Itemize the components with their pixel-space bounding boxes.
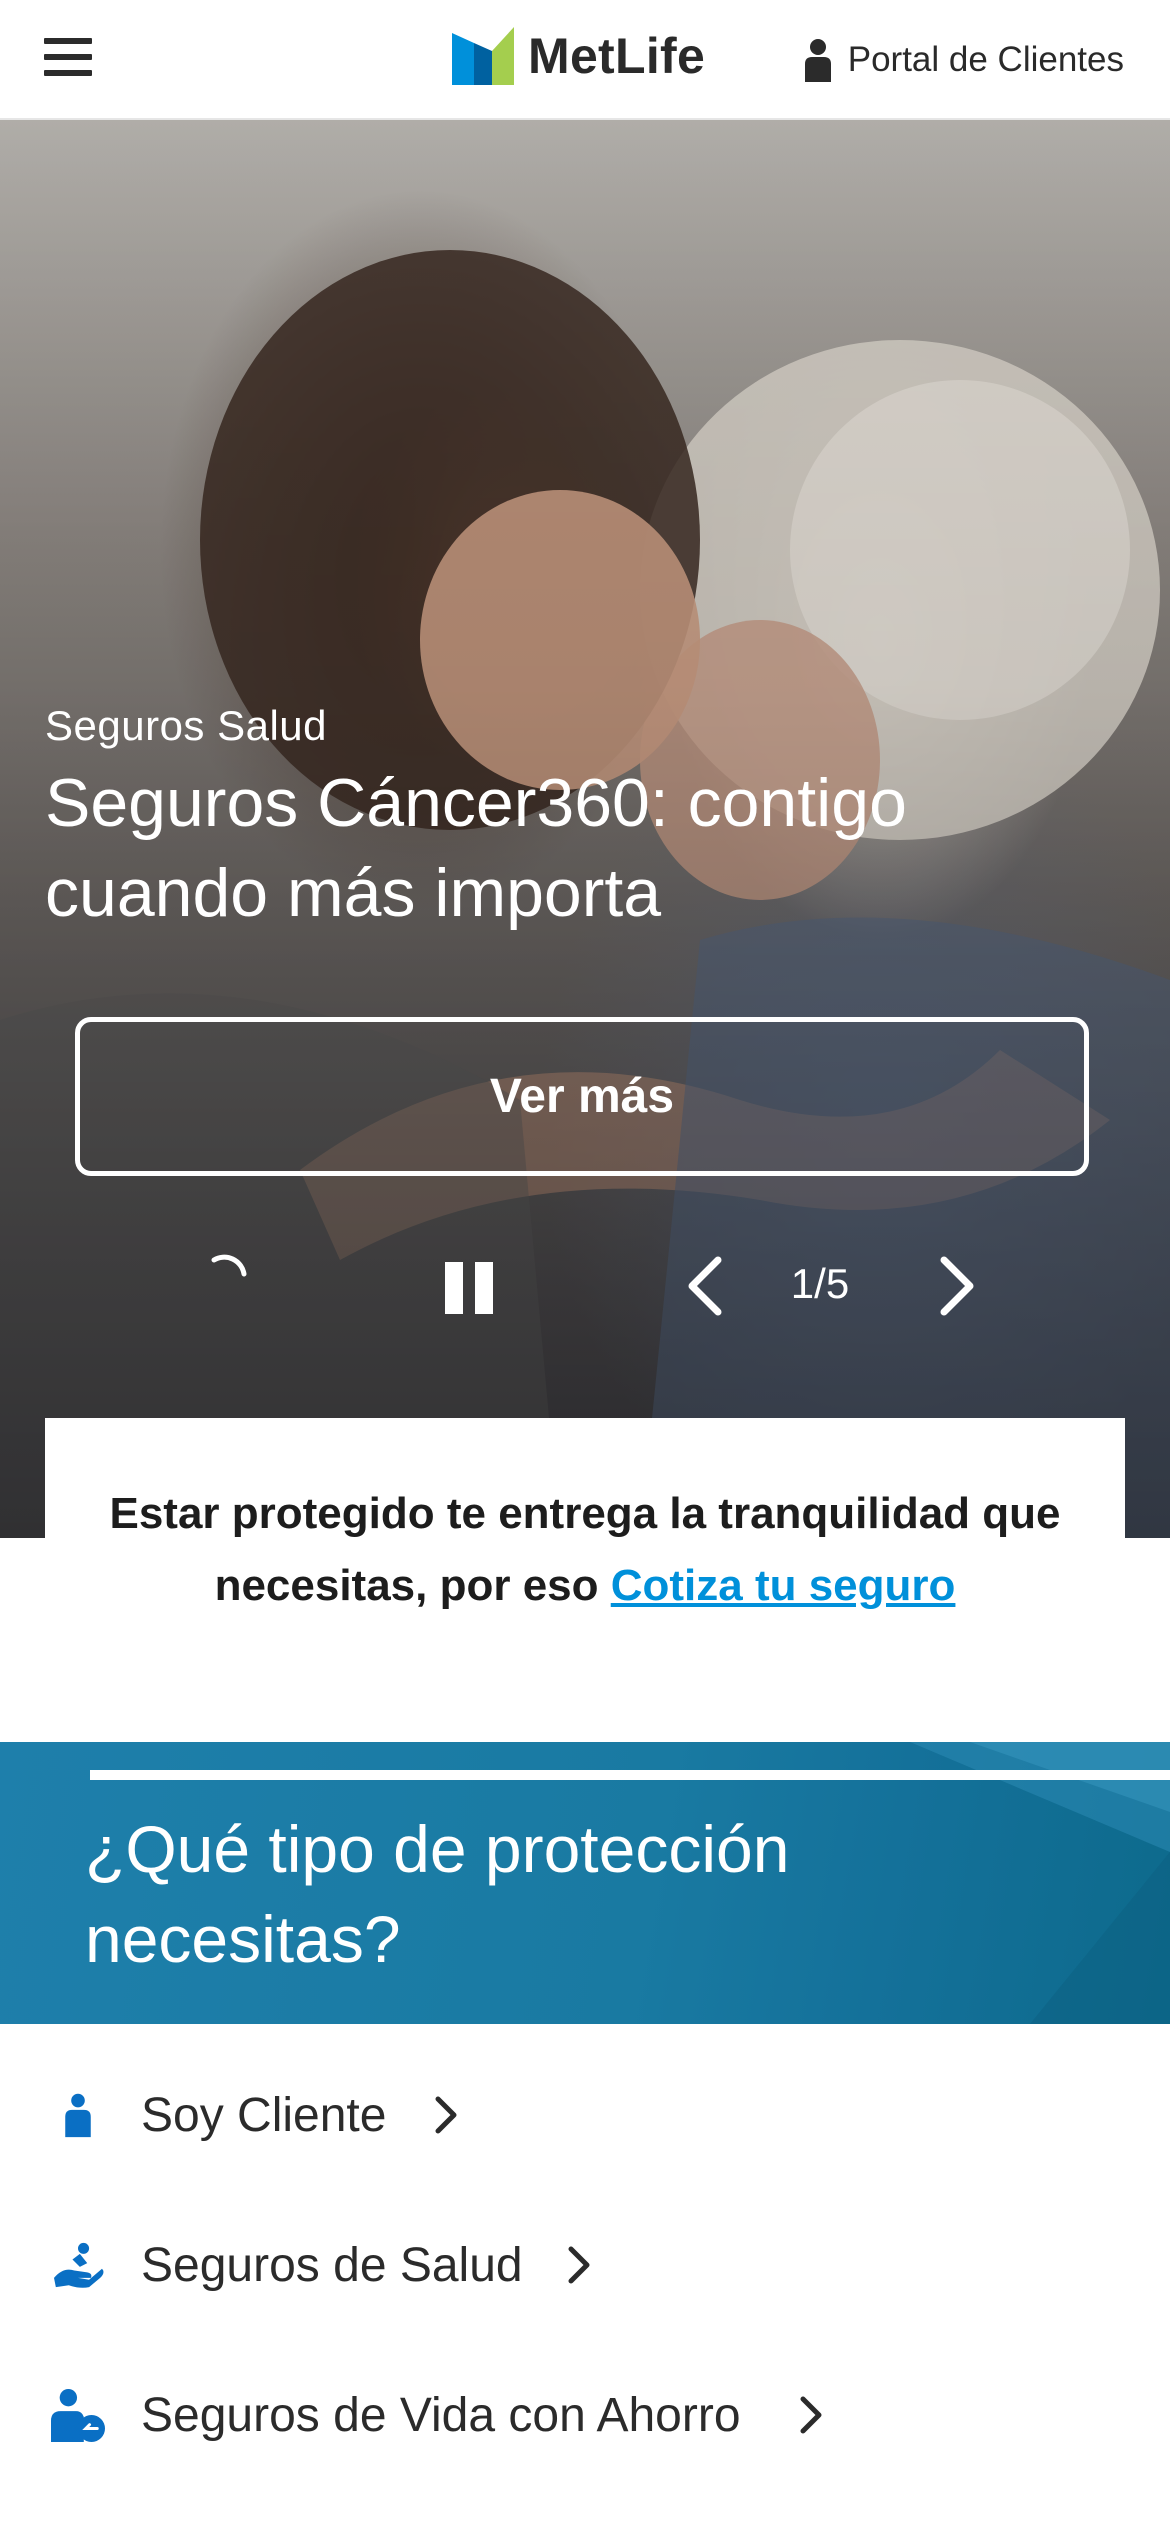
hero-eyebrow: Seguros Salud: [45, 702, 328, 749]
client-portal-link[interactable]: Portal de Clientes: [802, 38, 1124, 82]
list-item-seguros-salud[interactable]: Seguros de Salud: [0, 2210, 1170, 2320]
chevron-right-icon: [435, 2096, 457, 2134]
ver-mas-button[interactable]: Ver más: [75, 1017, 1089, 1176]
chevron-left-icon[interactable]: [676, 1252, 732, 1320]
list-item-label: Soy Cliente: [141, 2088, 387, 2142]
carousel-controls: 1/5: [0, 1238, 1170, 1328]
person-savings-icon: [48, 2385, 108, 2445]
list-item-label: Seguros de Vida con Ahorro: [141, 2388, 741, 2442]
protection-banner: ¿Qué tipo de protección necesitas?: [0, 1742, 1170, 2024]
list-item-label: Seguros de Salud: [141, 2238, 523, 2292]
brand-name: MetLife: [528, 28, 706, 84]
hand-care-icon: [48, 2235, 108, 2295]
top-header: MetLife Portal de Clientes: [0, 0, 1170, 120]
protection-title: ¿Qué tipo de protección necesitas?: [85, 1812, 790, 1976]
metlife-m-icon: [452, 27, 514, 85]
person-icon: [48, 2085, 108, 2145]
loading-spinner-icon: [211, 1254, 247, 1277]
hero-title: Seguros Cáncer360: contigo cuando más im…: [45, 765, 907, 931]
list-item-seguros-vida-ahorro[interactable]: Seguros de Vida con Ahorro: [0, 2360, 1170, 2470]
chevron-right-icon: [568, 2246, 590, 2284]
hero-carousel: Seguros Salud Seguros Cáncer360: contigo…: [0, 120, 1170, 1538]
intro-text: Estar protegido te entrega la tranquilid…: [45, 1478, 1125, 1622]
slide-counter: 1/5: [790, 1260, 850, 1307]
person-icon: [804, 39, 831, 82]
cotiza-link[interactable]: Cotiza tu seguro: [611, 1561, 956, 1610]
chevron-right-icon: [800, 2396, 822, 2434]
metlife-logo[interactable]: MetLife: [452, 26, 705, 86]
portal-label: Portal de Clientes: [847, 40, 1124, 79]
list-item-soy-cliente[interactable]: Soy Cliente: [0, 2060, 1170, 2170]
pause-icon[interactable]: [445, 1262, 493, 1314]
banner-stripe: [90, 1770, 1170, 1780]
chevron-right-icon[interactable]: [930, 1252, 986, 1320]
hamburger-menu-icon[interactable]: [44, 38, 92, 76]
intro-card: Estar protegido te entrega la tranquilid…: [45, 1418, 1125, 1648]
